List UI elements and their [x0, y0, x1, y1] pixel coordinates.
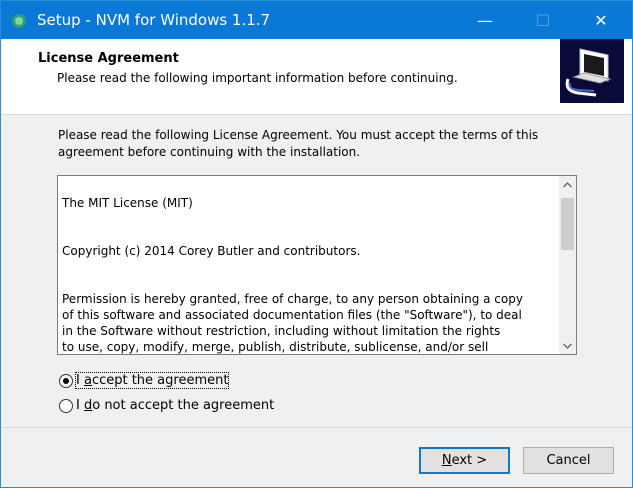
scroll-up-button[interactable]	[559, 176, 576, 193]
accept-label[interactable]: I accept the agreement	[74, 372, 230, 389]
setup-computer-icon	[560, 39, 624, 103]
maximize-icon: ☐	[535, 10, 551, 30]
title-bar[interactable]: Setup - NVM for Windows 1.1.7 — ☐ ✕	[1, 1, 632, 39]
accept-agreement-option[interactable]: I accept the agreement	[59, 372, 230, 389]
close-button[interactable]: ✕	[578, 1, 624, 39]
license-paragraph: Copyright (c) 2014 Corey Butler and cont…	[62, 244, 361, 258]
setup-app-icon	[12, 14, 26, 28]
accept-radio[interactable]	[59, 373, 73, 388]
license-text-box[interactable]: The MIT License (MIT) Copyright (c) 2014…	[57, 175, 577, 355]
page-subtitle: Please read the following important info…	[57, 71, 458, 85]
chevron-down-icon	[563, 343, 572, 349]
next-button[interactable]: Next >	[419, 447, 510, 474]
footer-divider	[1, 427, 632, 428]
maximize-button[interactable]: ☐	[520, 1, 566, 39]
decline-agreement-option[interactable]: I do not accept the agreement	[59, 398, 274, 413]
page-title: License Agreement	[38, 51, 179, 66]
close-icon: ✕	[594, 10, 608, 30]
license-scrollbar[interactable]	[559, 176, 576, 354]
license-paragraph: The MIT License (MIT)	[62, 196, 193, 210]
window-title: Setup - NVM for Windows 1.1.7	[37, 11, 271, 29]
license-paragraph: Permission is hereby granted, free of ch…	[62, 292, 523, 354]
wizard-header: License Agreement Please read the follow…	[1, 39, 632, 115]
scroll-down-button[interactable]	[559, 337, 576, 354]
chevron-up-icon	[563, 181, 572, 187]
minimize-button[interactable]: —	[462, 1, 508, 39]
license-instructions: Please read the following License Agreem…	[58, 128, 539, 159]
decline-radio[interactable]	[59, 398, 73, 413]
minimize-icon: —	[477, 10, 493, 30]
setup-window: Setup - NVM for Windows 1.1.7 — ☐ ✕ Lice…	[0, 0, 633, 488]
decline-label[interactable]: I do not accept the agreement	[76, 398, 274, 413]
cancel-button[interactable]: Cancel	[523, 447, 614, 474]
license-text: The MIT License (MIT) Copyright (c) 2014…	[62, 179, 552, 354]
scroll-thumb[interactable]	[561, 198, 574, 250]
